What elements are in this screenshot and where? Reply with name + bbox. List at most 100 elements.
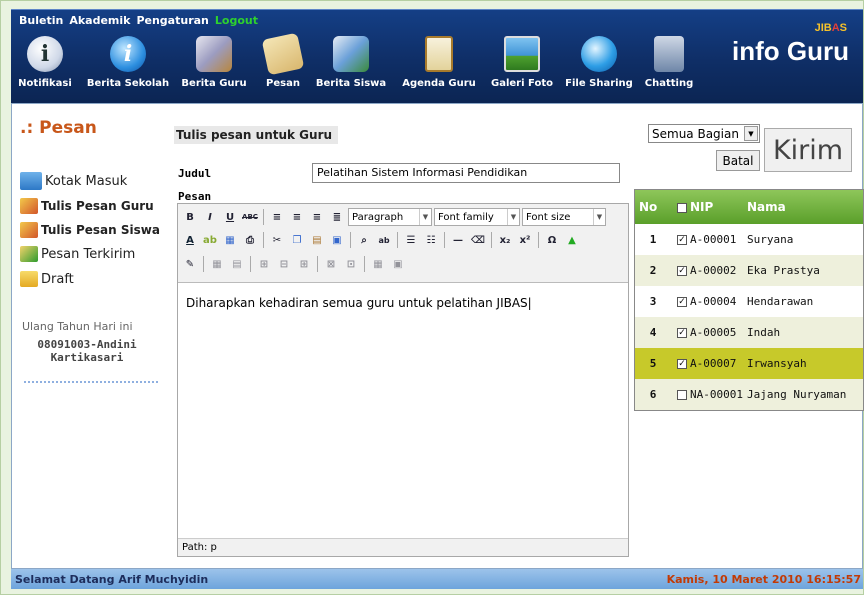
folder-icon <box>20 271 38 287</box>
info-circle-icon: i <box>110 36 146 72</box>
table-row[interactable]: 1 ✓ A-00001 Suryana <box>635 224 863 255</box>
toolbar-berita-siswa[interactable]: Berita Siswa <box>313 36 389 89</box>
editor-body[interactable]: Diharapkan kehadiran semua guru untuk pe… <box>178 282 628 552</box>
bagian-select[interactable]: Semua Bagian ▼ <box>648 124 760 143</box>
form-title: Tulis pesan untuk Guru <box>174 126 338 144</box>
toolbar-notifikasi[interactable]: i Notifikasi <box>15 36 75 89</box>
editor-toolbar-row-1: B I U ABC ≡ ≡ ≡ ≣ Paragraph ▼ Font family… <box>181 207 606 227</box>
col-nip: NIP <box>671 190 743 224</box>
batal-button[interactable]: Batal <box>716 150 760 171</box>
row-checkbox[interactable]: ✓ <box>677 359 687 369</box>
bullet-list-icon[interactable]: ☰ <box>402 231 420 249</box>
font-size-select[interactable]: Font size ▼ <box>522 208 606 226</box>
nav-pesan-terkirim[interactable]: Pesan Terkirim <box>20 246 135 262</box>
format-select[interactable]: Paragraph ▼ <box>348 208 432 226</box>
birthday-label: Ulang Tahun Hari ini <box>22 320 133 333</box>
divider <box>24 381 158 383</box>
separator <box>250 256 251 272</box>
table-props-icon[interactable]: ▦ <box>208 255 226 273</box>
bold-icon[interactable]: B <box>181 208 199 226</box>
align-right-icon[interactable]: ≡ <box>308 208 326 226</box>
toolbar-pesan[interactable]: Pesan <box>261 32 305 89</box>
separator <box>203 256 204 272</box>
row-checkbox[interactable]: ✓ <box>677 328 687 338</box>
paste-icon[interactable]: ▤ <box>308 231 326 249</box>
nav-tulis-pesan-siswa[interactable]: Tulis Pesan Siswa <box>20 222 160 238</box>
print-icon[interactable]: ⎙ <box>241 231 259 249</box>
page-title: .: Pesan <box>20 118 97 138</box>
cut-icon[interactable]: ✂ <box>268 231 286 249</box>
row-nama: Eka Prastya <box>742 255 863 286</box>
superscript-icon[interactable]: x² <box>516 231 534 249</box>
separator <box>263 232 264 248</box>
teacher-icon <box>196 36 232 72</box>
subscript-icon[interactable]: x₂ <box>496 231 514 249</box>
judul-field[interactable]: Pelatihan Sistem Informasi Pendidikan <box>312 163 620 183</box>
omega-icon[interactable]: Ω <box>543 231 561 249</box>
row-nip: ✓ A-00002 <box>671 255 743 286</box>
menu-logout[interactable]: Logout <box>215 14 258 27</box>
highlight-icon[interactable]: ab <box>201 231 219 249</box>
align-center-icon[interactable]: ≡ <box>288 208 306 226</box>
table-row[interactable]: 2 ✓ A-00002 Eka Prastya <box>635 255 863 286</box>
row-checkbox[interactable]: ✓ <box>677 266 687 276</box>
table-row[interactable]: 6 NA-00001 Jajang Nuryaman <box>635 379 863 410</box>
cell-props-icon[interactable]: ▤ <box>228 255 246 273</box>
select-all-checkbox[interactable] <box>677 202 687 213</box>
separator <box>397 232 398 248</box>
delete-row-icon[interactable]: ⊟ <box>275 255 293 273</box>
underline-icon[interactable]: U <box>221 208 239 226</box>
toolbar-file-sharing[interactable]: File Sharing <box>563 36 635 89</box>
datetime-text: Kamis, 10 Maret 2010 16:15:57 <box>666 573 861 586</box>
table-icon[interactable]: ▦ <box>221 231 239 249</box>
text-color-icon[interactable]: A <box>181 231 199 249</box>
row-checkbox[interactable]: ✓ <box>677 235 687 245</box>
find-icon[interactable]: ⌕ <box>355 231 373 249</box>
editor-path: Path: p <box>178 538 628 556</box>
numbered-list-icon[interactable]: ☷ <box>422 231 440 249</box>
split-cells-icon[interactable]: ⊠ <box>322 255 340 273</box>
judul-label: Judul <box>178 167 212 180</box>
eraser-icon[interactable]: ⌫ <box>469 231 487 249</box>
table-border-icon[interactable]: ▣ <box>389 255 407 273</box>
font-family-select[interactable]: Font family ▼ <box>434 208 520 226</box>
copy-icon[interactable]: ❐ <box>288 231 306 249</box>
main-toolbar: i Notifikasi i Berita Sekolah Berita Gur… <box>11 32 693 104</box>
row-nip: ✓ A-00004 <box>677 295 737 308</box>
table-row[interactable]: 5 ✓ A-00007 Irwansyah <box>635 348 863 379</box>
row-checkbox[interactable]: ✓ <box>677 297 687 307</box>
table-grid-icon[interactable]: ▦ <box>369 255 387 273</box>
replace-icon[interactable]: ab <box>375 231 393 249</box>
paste-word-icon[interactable]: ▣ <box>328 231 346 249</box>
left-nav: .: Pesan Kotak Masuk Tulis Pesan Guru Tu… <box>12 104 170 568</box>
chevron-down-icon: ▼ <box>593 209 605 225</box>
table-row[interactable]: 4 ✓ A-00005 Indah <box>635 317 863 348</box>
status-bar: Selamat Datang Arif Muchyidin Kamis, 10 … <box>11 569 863 589</box>
nav-kotak-masuk[interactable]: Kotak Masuk <box>20 172 127 190</box>
align-justify-icon[interactable]: ≣ <box>328 208 346 226</box>
toolbar-chatting[interactable]: Chatting <box>641 36 697 89</box>
kirim-button[interactable]: Kirim <box>764 128 852 172</box>
toolbar-agenda-guru[interactable]: Agenda Guru <box>401 36 477 89</box>
strikethrough-icon[interactable]: ABC <box>241 208 259 226</box>
align-left-icon[interactable]: ≡ <box>268 208 286 226</box>
nav-tulis-pesan-guru[interactable]: Tulis Pesan Guru <box>20 198 154 214</box>
insert-row-icon[interactable]: ⊞ <box>255 255 273 273</box>
toolbar-galeri-foto[interactable]: Galeri Foto <box>487 36 557 89</box>
merge-cells-icon[interactable]: ⊡ <box>342 255 360 273</box>
toolbar-berita-guru[interactable]: Berita Guru <box>179 36 249 89</box>
separator <box>491 232 492 248</box>
table-row[interactable]: 3 ✓ A-00004 Hendarawan <box>635 286 863 317</box>
image-icon[interactable]: ▲ <box>563 231 581 249</box>
toolbar-berita-sekolah[interactable]: i Berita Sekolah <box>85 36 171 89</box>
horizontal-rule-icon[interactable]: — <box>449 231 467 249</box>
nav-draft[interactable]: Draft <box>20 271 74 287</box>
menu-buletin[interactable]: Buletin <box>19 14 63 27</box>
insert-col-icon[interactable]: ⊞ <box>295 255 313 273</box>
edit-html-icon[interactable]: ✎ <box>181 255 199 273</box>
row-nip: ✓ A-00007 <box>671 348 743 379</box>
italic-icon[interactable]: I <box>201 208 219 226</box>
row-checkbox[interactable] <box>677 390 687 400</box>
menu-pengaturan[interactable]: Pengaturan <box>136 14 208 27</box>
menu-akademik[interactable]: Akademik <box>69 14 130 27</box>
